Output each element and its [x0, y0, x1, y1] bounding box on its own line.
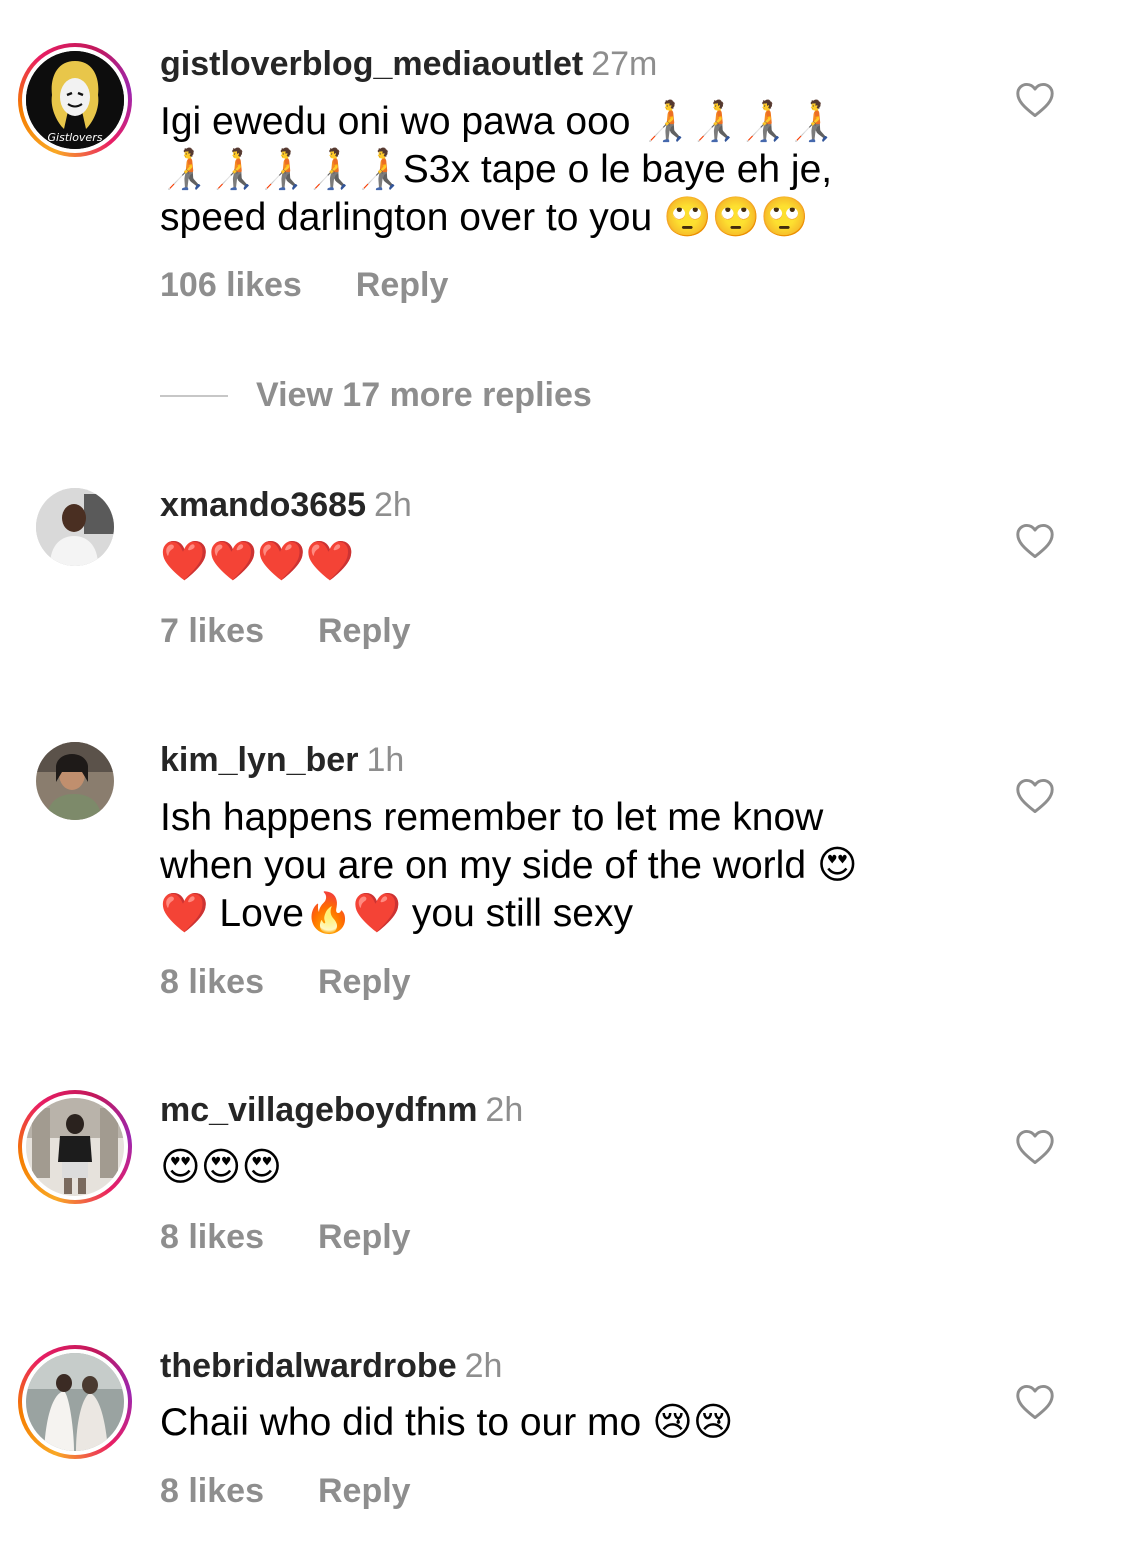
avatar[interactable]: Gistlovers [18, 43, 132, 157]
comment-header: thebridalwardrobe 2h [160, 1346, 502, 1386]
comment-text: Igi ewedu oni wo pawa ooo 🧑‍🦯🧑‍🦯🧑‍🦯🧑‍🦯 🧑… [160, 98, 960, 242]
comment-text-line: 😍😍😍 [160, 1146, 282, 1189]
username[interactable]: kim_lyn_ber [160, 741, 358, 779]
likes-count[interactable]: 106 likes [160, 266, 302, 304]
avatar[interactable] [18, 470, 132, 584]
divider-line [160, 394, 228, 397]
view-more-replies[interactable]: View 17 more replies [160, 376, 592, 420]
comment-meta: 8 likes Reply [160, 963, 411, 1002]
person-photo-icon [36, 488, 114, 566]
comment-text-line: ❤️❤️❤️❤️ [160, 540, 355, 583]
avatar[interactable] [18, 1345, 132, 1459]
comment-meta: 8 likes Reply [160, 1472, 411, 1511]
comment-meta: 7 likes Reply [160, 612, 411, 651]
comment-text-line: speed darlington over to you 🙄🙄🙄 [160, 196, 809, 239]
reply-button[interactable]: Reply [318, 963, 411, 1001]
username[interactable]: xmando3685 [160, 486, 366, 524]
comment-text-line: Igi ewedu oni wo pawa ooo 🧑‍🦯🧑‍🦯🧑‍🦯🧑‍🦯 [160, 100, 836, 143]
avatar[interactable] [18, 724, 132, 838]
likes-count[interactable]: 8 likes [160, 1472, 264, 1510]
comment-meta: 8 likes Reply [160, 1218, 411, 1257]
comment-text: 😍😍😍 [160, 1144, 960, 1192]
timestamp: 2h [464, 1347, 503, 1385]
heart-icon[interactable] [1015, 1384, 1055, 1420]
comment-meta: 106 likes Reply [160, 266, 448, 305]
comment-text-line: ❤️ Love🔥❤️ you still sexy [160, 892, 633, 935]
comment-text-line: Ish happens remember to let me know [160, 796, 824, 839]
timestamp: 27m [591, 45, 658, 83]
timestamp: 2h [374, 486, 412, 524]
heart-icon[interactable] [1015, 82, 1055, 118]
username[interactable]: gistloverblog_mediaoutlet [160, 45, 583, 83]
comment-text: Ish happens remember to let me know when… [160, 794, 960, 938]
avatar-brand-text: Gistlovers [48, 131, 103, 144]
person-photo-icon [26, 1098, 124, 1196]
heart-icon[interactable] [1015, 778, 1055, 814]
reply-button[interactable]: Reply [356, 266, 449, 304]
reply-button[interactable]: Reply [318, 612, 411, 650]
timestamp: 2h [485, 1091, 524, 1129]
comment-text: Chaii who did this to our mo 😢😢 [160, 1399, 960, 1447]
likes-count[interactable]: 7 likes [160, 612, 264, 650]
view-replies-label[interactable]: View 17 more replies [256, 376, 592, 414]
reply-button[interactable]: Reply [318, 1472, 411, 1510]
reply-button[interactable]: Reply [318, 1218, 411, 1256]
avatar[interactable] [18, 1090, 132, 1204]
comment-text: ❤️❤️❤️❤️ [160, 538, 960, 586]
username[interactable]: mc_villageboydfnm [160, 1091, 477, 1129]
comment-text-line: when you are on my side of the world 😍 [160, 844, 858, 887]
heart-icon[interactable] [1015, 523, 1055, 559]
timestamp: 1h [366, 741, 405, 779]
comment-text-line: 🧑‍🦯🧑‍🦯🧑‍🦯🧑‍🦯🧑‍🦯S3x tape o le baye eh je, [160, 148, 833, 191]
comment-header: kim_lyn_ber 1h [160, 740, 404, 780]
comment-header: mc_villageboydfnm 2h [160, 1090, 523, 1130]
heart-icon[interactable] [1015, 1129, 1055, 1165]
person-photo-icon [26, 1353, 124, 1451]
person-photo-icon [36, 742, 114, 820]
comment-header: xmando3685 2h [160, 485, 412, 525]
comment-header: gistloverblog_mediaoutlet 27m [160, 44, 657, 84]
comment-text-line: Chaii who did this to our mo 😢😢 [160, 1401, 734, 1444]
likes-count[interactable]: 8 likes [160, 1218, 264, 1256]
gistlovers-logo-icon: Gistlovers [26, 51, 124, 149]
username[interactable]: thebridalwardrobe [160, 1347, 457, 1385]
likes-count[interactable]: 8 likes [160, 963, 264, 1001]
